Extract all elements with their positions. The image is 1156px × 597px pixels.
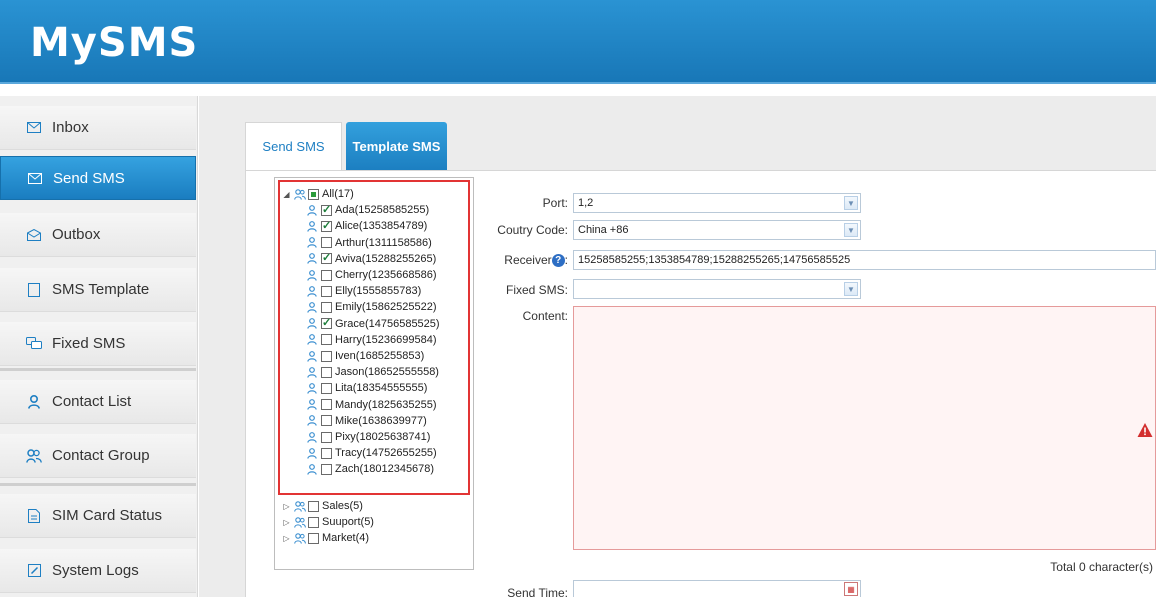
help-icon[interactable]: ? bbox=[551, 254, 565, 268]
chevron-down-icon[interactable]: ▼ bbox=[844, 196, 858, 210]
header-gap bbox=[0, 86, 1156, 96]
sidebar-item-label: System Logs bbox=[52, 562, 139, 579]
sidebar-item-label: Fixed SMS bbox=[52, 335, 126, 352]
document-icon bbox=[26, 508, 42, 524]
fixed-sms-label: Fixed SMS: bbox=[505, 283, 568, 297]
port-select[interactable]: 1,2 ▼ bbox=[573, 193, 861, 213]
sidebar-item-label: Contact Group bbox=[52, 447, 150, 464]
sidebar-item-label: Outbox bbox=[52, 226, 101, 243]
tree-item-label: Suuport(5) bbox=[322, 516, 374, 528]
tree-node-group[interactable]: ▷ Market(4) bbox=[282, 530, 369, 546]
sidebar-item-outbox[interactable]: Outbox bbox=[0, 213, 196, 257]
sidebar-item-contact-list[interactable]: Contact List bbox=[0, 380, 196, 424]
sidebar-item-contact-group[interactable]: Contact Group bbox=[0, 434, 196, 478]
character-counter: Total 0 character(s) bbox=[1050, 560, 1153, 574]
collapsed-arrow-icon[interactable]: ▷ bbox=[282, 502, 291, 511]
sidebar: Inbox Send SMS Outbox SMS Template Fixed… bbox=[0, 96, 198, 597]
group-icon bbox=[294, 532, 306, 544]
sidebar-item-inbox[interactable]: Inbox bbox=[0, 106, 196, 150]
port-value: 1,2 bbox=[578, 197, 594, 209]
receiver-value: 15258585255;1353854789;15288255265;14756… bbox=[578, 254, 851, 266]
chat-bubbles-icon bbox=[26, 336, 42, 352]
sidebar-item-sms-template[interactable]: SMS Template bbox=[0, 268, 196, 312]
sidebar-item-label: Contact List bbox=[52, 393, 132, 410]
send-time-input[interactable]: ▦ bbox=[573, 580, 861, 597]
content-label: Content: bbox=[522, 309, 568, 323]
chevron-down-icon[interactable]: ▼ bbox=[844, 223, 858, 237]
sidebar-divider bbox=[0, 368, 196, 371]
sidebar-item-fixed-sms[interactable]: Fixed SMS bbox=[0, 322, 196, 366]
sidebar-item-sim-card-status[interactable]: SIM Card Status bbox=[0, 494, 196, 538]
tree-node-group[interactable]: ▷ Sales(5) bbox=[282, 498, 363, 514]
checkbox[interactable] bbox=[308, 532, 319, 544]
calendar-icon[interactable]: ▦ bbox=[844, 582, 858, 596]
warning-icon bbox=[1137, 423, 1153, 437]
tab-send-sms[interactable]: Send SMS bbox=[245, 122, 342, 170]
group-icon bbox=[294, 516, 306, 528]
tree-item-label: Sales(5) bbox=[322, 500, 363, 512]
receiver-label: Receiver?: bbox=[458, 253, 568, 268]
country-code-value: China +86 bbox=[578, 224, 629, 236]
sidebar-divider bbox=[0, 483, 196, 486]
chevron-down-icon[interactable]: ▼ bbox=[844, 282, 858, 296]
people-icon bbox=[26, 448, 42, 464]
receiver-label-text: Receiver bbox=[504, 253, 552, 267]
sidebar-item-label: Send SMS bbox=[53, 169, 125, 187]
template-icon bbox=[26, 282, 42, 298]
country-code-select[interactable]: China +86 ▼ bbox=[573, 220, 861, 240]
envelope-send-icon bbox=[27, 170, 43, 186]
collapsed-arrow-icon[interactable]: ▷ bbox=[282, 534, 291, 543]
person-icon bbox=[26, 394, 42, 410]
receiver-colon: : bbox=[564, 253, 568, 267]
tree-node-group[interactable]: ▷ Suuport(5) bbox=[282, 514, 374, 530]
app-root: MySMS Inbox Send SMS Outbox SMS Template… bbox=[0, 0, 1156, 597]
sidebar-item-system-logs[interactable]: System Logs bbox=[0, 549, 196, 593]
content-textarea[interactable] bbox=[573, 306, 1156, 550]
checkbox[interactable] bbox=[308, 500, 319, 512]
sidebar-item-label: SIM Card Status bbox=[52, 507, 163, 524]
sidebar-item-send-sms[interactable]: Send SMS bbox=[0, 156, 196, 200]
tab-template-sms[interactable]: Template SMS bbox=[346, 122, 447, 170]
receiver-input[interactable]: 15258585255;1353854789;15288255265;14756… bbox=[573, 250, 1156, 270]
country-code-label: Coutry Code: bbox=[497, 223, 568, 237]
fixed-sms-select[interactable]: ▼ bbox=[573, 279, 861, 299]
edit-icon bbox=[26, 563, 42, 579]
app-logo: MySMS bbox=[30, 20, 199, 66]
collapsed-arrow-icon[interactable]: ▷ bbox=[282, 518, 291, 527]
tree-item-label: Market(4) bbox=[322, 532, 370, 544]
sidebar-item-label: SMS Template bbox=[52, 281, 150, 298]
send-time-label: Send Time: bbox=[507, 586, 568, 597]
sidebar-item-label: Inbox bbox=[52, 119, 89, 136]
port-label: Port: bbox=[542, 196, 568, 210]
envelope-icon bbox=[26, 120, 42, 136]
tree-highlight-box bbox=[278, 180, 470, 495]
group-icon bbox=[294, 500, 306, 512]
envelope-open-icon bbox=[26, 227, 42, 243]
checkbox[interactable] bbox=[308, 516, 319, 528]
header: MySMS bbox=[0, 0, 1156, 84]
